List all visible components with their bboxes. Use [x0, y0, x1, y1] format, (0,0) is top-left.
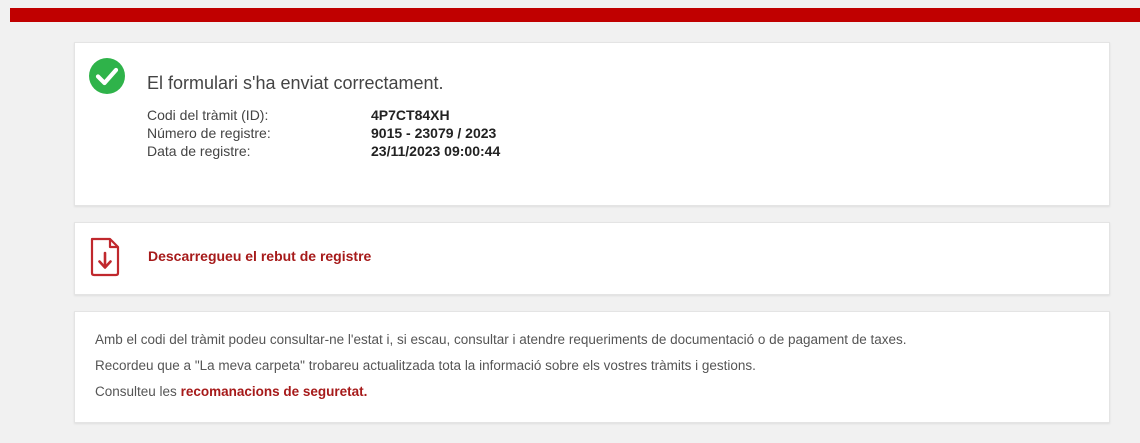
check-circle-icon	[88, 57, 126, 95]
registration-details: Codi del tràmit (ID): 4P7CT84XH Número d…	[147, 106, 500, 160]
detail-label: Codi del tràmit (ID):	[147, 107, 269, 123]
success-title: El formulari s'ha enviat correctament.	[147, 73, 444, 93]
info-line-1: Amb el codi del tràmit podeu consultar-n…	[95, 332, 907, 347]
detail-row-register-date: Data de registre: 23/11/2023 09:00:44	[147, 142, 500, 160]
download-receipt-link[interactable]: Descarregueu el rebut de registre	[148, 248, 371, 264]
info-line-3-prefix: Consulteu les	[95, 384, 181, 399]
info-card: Amb el codi del tràmit podeu consultar-n…	[74, 311, 1110, 423]
detail-value: 9015 - 23079 / 2023	[371, 125, 497, 141]
detail-label: Data de registre:	[147, 143, 251, 159]
pdf-download-icon[interactable]	[87, 236, 123, 278]
info-line-3: Consulteu les recomanacions de seguretat…	[95, 379, 907, 405]
receipt-card: Descarregueu el rebut de registre	[74, 222, 1110, 295]
info-line-2: Recordeu que a "La meva carpeta" trobare…	[95, 358, 756, 373]
detail-label: Número de registre:	[147, 125, 271, 141]
success-card: El formulari s'ha enviat correctament. C…	[74, 42, 1110, 206]
info-text: Amb el codi del tràmit podeu consultar-n…	[95, 327, 907, 405]
detail-value: 23/11/2023 09:00:44	[371, 143, 501, 159]
security-recommendations-link[interactable]: recomanacions de seguretat.	[181, 384, 368, 399]
detail-row-id: Codi del tràmit (ID): 4P7CT84XH	[147, 106, 500, 124]
detail-row-register-number: Número de registre: 9015 - 23079 / 2023	[147, 124, 500, 142]
top-brand-bar	[10, 8, 1140, 22]
detail-value: 4P7CT84XH	[371, 107, 450, 123]
